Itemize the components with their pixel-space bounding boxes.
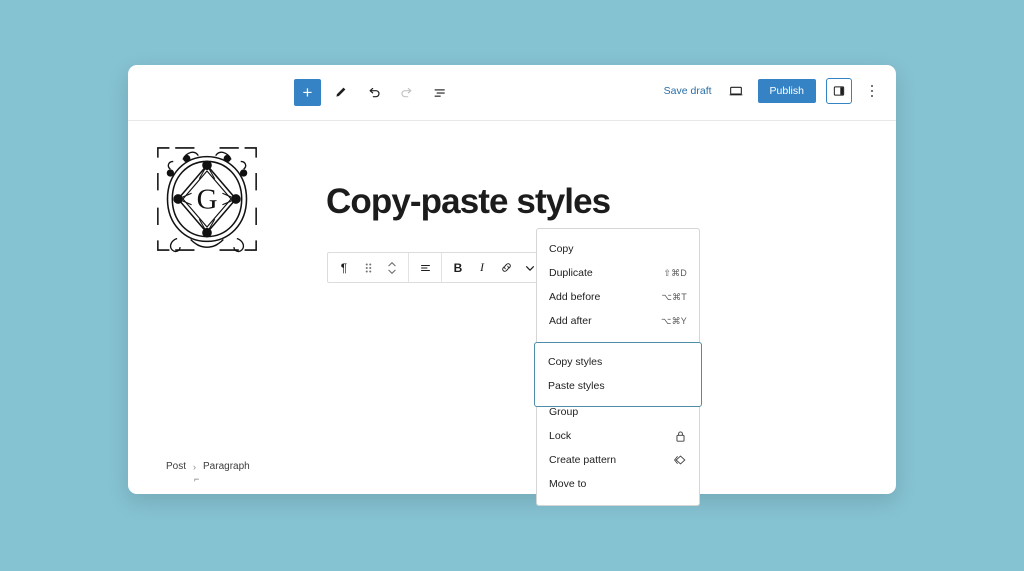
- bold-button[interactable]: B: [446, 253, 470, 282]
- chevron-down-icon: [525, 265, 535, 271]
- sidebar-icon: [833, 86, 845, 96]
- menu-item-label: Copy styles: [548, 356, 603, 368]
- menu-item-add-after[interactable]: Add after ⌥⌘Y: [537, 309, 699, 333]
- publish-button[interactable]: Publish: [757, 78, 816, 104]
- menu-item-label: Copy: [549, 243, 574, 255]
- breadcrumb-item-paragraph[interactable]: Paragraph: [203, 461, 250, 472]
- menu-item-shortcut: ⌥⌘T: [661, 291, 687, 302]
- menu-item-add-before[interactable]: Add before ⌥⌘T: [537, 285, 699, 309]
- link-icon: [501, 263, 511, 272]
- align-icon: [420, 265, 430, 271]
- menu-item-label: Create pattern: [549, 454, 617, 466]
- editor-card-clip: + Save draft Publish G Copy-paste styles…: [128, 65, 896, 494]
- block-toolbar-group-align: [409, 253, 442, 282]
- pencil-icon: [336, 87, 346, 97]
- styles-group-slot: Copy styles Paste styles: [534, 342, 702, 407]
- move-up-down-button[interactable]: [380, 253, 404, 282]
- menu-item-paste-styles[interactable]: Paste styles: [535, 374, 701, 398]
- pattern-icon: [674, 454, 687, 467]
- menu-group-transform: Group Lock Create pattern Move to: [536, 392, 700, 506]
- redo-button[interactable]: [393, 79, 420, 106]
- menu-item-label: Move to: [549, 478, 587, 490]
- undo-button[interactable]: [360, 79, 387, 106]
- chevron-up-down-icon: [388, 261, 396, 274]
- drag-handle-icon: [365, 262, 371, 273]
- block-toolbar-group-block: ¶: [328, 253, 409, 282]
- breadcrumb-item-post[interactable]: Post: [166, 461, 186, 472]
- menu-item-shortcut: ⌥⌘Y: [661, 315, 687, 326]
- editor-top-bar: + Save draft Publish: [128, 65, 896, 121]
- tools-pencil-button[interactable]: [327, 79, 354, 106]
- menu-item-label: Group: [549, 406, 579, 418]
- redo-icon: [400, 87, 411, 97]
- preview-icon: [729, 86, 742, 96]
- menu-item-lock[interactable]: Lock: [537, 424, 699, 448]
- menu-item-duplicate[interactable]: Duplicate ⇧⌘D: [537, 261, 699, 285]
- block-options-dropdown-menu: Copy Duplicate ⇧⌘D Add before ⌥⌘T Add af…: [534, 228, 702, 506]
- block-toolbar-group-format: B I: [442, 253, 547, 282]
- lock-icon: [674, 430, 687, 443]
- undo-icon: [369, 87, 380, 97]
- svg-text:G: G: [197, 184, 218, 216]
- menu-item-copy-styles[interactable]: Copy styles: [535, 350, 701, 374]
- menu-item-label: Add before: [549, 291, 601, 303]
- breadcrumb: Post › Paragraph: [166, 461, 250, 472]
- menu-item-label: Paste styles: [548, 380, 605, 392]
- vertical-dots-icon: [870, 84, 874, 98]
- editor-window: + Save draft Publish G Copy-paste styles…: [128, 65, 896, 506]
- editor-canvas: G Copy-paste styles ¶ B I Post › Paragra…: [128, 121, 896, 494]
- align-text-button[interactable]: [413, 253, 437, 282]
- settings-sidebar-toggle-button[interactable]: [826, 78, 852, 104]
- post-title[interactable]: Copy-paste styles: [326, 184, 611, 219]
- add-block-button[interactable]: +: [294, 79, 321, 106]
- drag-handle-button[interactable]: [356, 253, 380, 282]
- ornamental-g-monogram-icon: G: [157, 147, 257, 253]
- paragraph-block-type-button[interactable]: ¶: [332, 253, 356, 282]
- save-draft-button[interactable]: Save draft: [662, 81, 714, 101]
- monogram-image-block[interactable]: G: [154, 144, 260, 254]
- top-bar-right-tools: Save draft Publish: [662, 78, 882, 104]
- link-button[interactable]: [494, 253, 518, 282]
- menu-item-create-pattern[interactable]: Create pattern: [537, 448, 699, 472]
- top-bar-left-tools: +: [294, 79, 453, 106]
- plus-icon: +: [302, 83, 313, 102]
- menu-group-basic: Copy Duplicate ⇧⌘D Add before ⌥⌘T Add af…: [536, 228, 700, 342]
- italic-button[interactable]: I: [470, 253, 494, 282]
- list-view-button[interactable]: [426, 79, 453, 106]
- menu-item-move-to[interactable]: Move to: [537, 472, 699, 496]
- menu-item-copy[interactable]: Copy: [537, 237, 699, 261]
- breadcrumb-separator-icon: ›: [193, 461, 197, 472]
- text-cursor-mark: ⌐: [194, 474, 200, 484]
- block-toolbar: ¶ B I: [327, 252, 548, 283]
- menu-item-shortcut: ⇧⌘D: [663, 267, 687, 278]
- more-options-button[interactable]: [862, 78, 882, 104]
- menu-item-label: Duplicate: [549, 267, 593, 279]
- menu-item-label: Add after: [549, 315, 592, 327]
- document-overview-icon: [434, 88, 445, 97]
- preview-button[interactable]: [724, 79, 748, 103]
- menu-group-styles-highlighted: Copy styles Paste styles: [534, 342, 702, 407]
- menu-item-label: Lock: [549, 430, 572, 442]
